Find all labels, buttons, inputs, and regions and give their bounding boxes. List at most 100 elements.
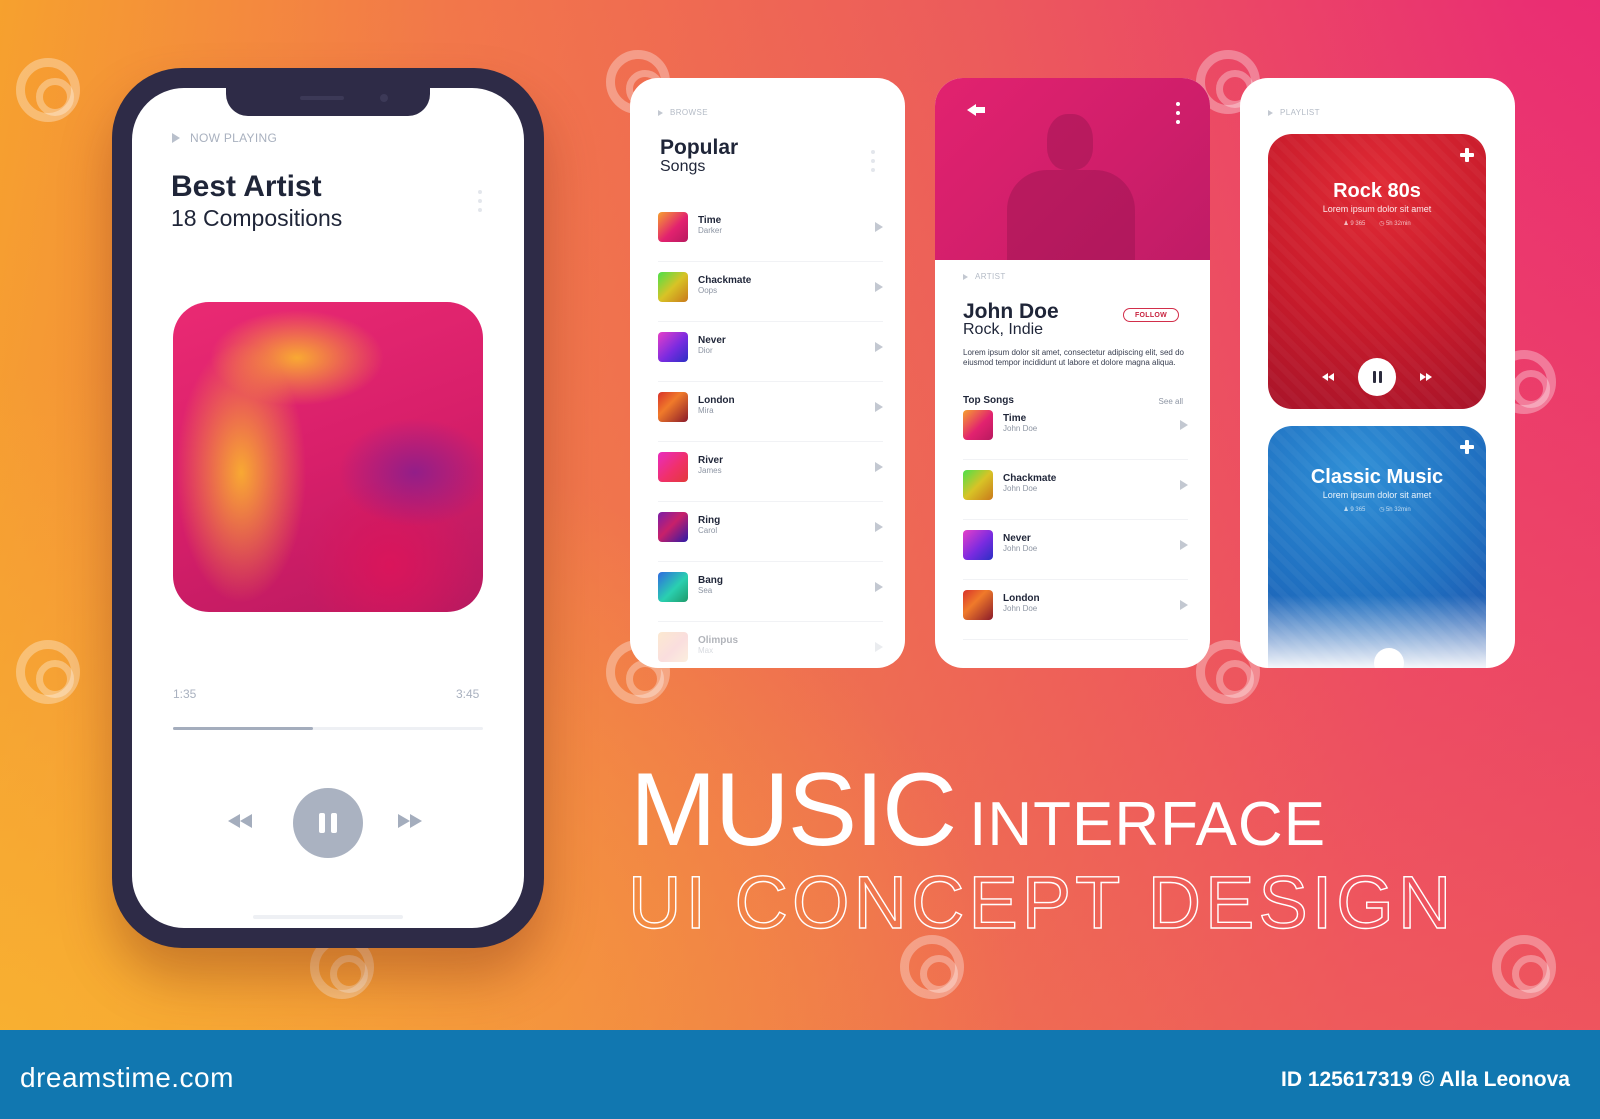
listeners-value: 9 365 <box>1350 507 1366 513</box>
more-vertical-icon[interactable] <box>1176 102 1180 124</box>
artist-silhouette-body <box>1007 170 1135 260</box>
follow-button[interactable]: FOLLOW <box>1123 308 1179 322</box>
song-thumbnail <box>963 590 993 620</box>
playlist-title: Classic Music <box>1310 466 1444 488</box>
more-vertical-icon[interactable] <box>478 190 482 212</box>
artist-label-text: ARTIST <box>975 272 1006 281</box>
play-icon[interactable] <box>875 462 883 472</box>
rewind-icon <box>228 814 252 828</box>
play-icon[interactable] <box>875 222 883 232</box>
browse-subtitle: Songs <box>660 158 706 175</box>
pause-button[interactable] <box>293 788 363 858</box>
length-value: 5h 32min <box>1385 507 1411 513</box>
playlist-tile[interactable]: Classic Music Lorem ipsum dolor sit amet… <box>1268 426 1486 668</box>
song-row[interactable]: River James <box>658 442 883 502</box>
song-title: Time <box>698 215 722 226</box>
song-artist: Mira <box>698 406 714 415</box>
song-title: Ring <box>698 515 721 526</box>
song-row[interactable]: London John Doe <box>963 580 1188 640</box>
camera-icon <box>380 94 388 102</box>
play-icon[interactable] <box>1180 540 1188 550</box>
fast-forward-button[interactable] <box>398 814 422 828</box>
song-title: Never <box>1003 533 1031 544</box>
now-playing-label: NOW PLAYING <box>172 131 277 145</box>
rewind-icon[interactable] <box>1322 373 1334 381</box>
song-artist: Sea <box>698 586 713 595</box>
play-icon[interactable] <box>1180 420 1188 430</box>
play-small-icon <box>172 133 180 143</box>
pause-button[interactable] <box>1358 358 1396 396</box>
playlist-screen: PLAYLIST Rock 80s Lorem ipsum dolor sit … <box>1240 78 1515 668</box>
listeners-value: 9 365 <box>1350 221 1366 227</box>
song-title: Chackmate <box>698 275 752 286</box>
play-icon[interactable] <box>875 342 883 352</box>
song-thumbnail <box>658 392 688 422</box>
more-vertical-icon[interactable] <box>871 150 875 172</box>
play-icon[interactable] <box>1180 600 1188 610</box>
playlist-length: ◷ 5h 32min <box>1379 507 1411 513</box>
song-row[interactable]: Olimpus Max <box>658 622 883 668</box>
play-icon[interactable] <box>875 282 883 292</box>
add-icon[interactable] <box>1460 440 1474 454</box>
song-row[interactable]: Never Dior <box>658 322 883 382</box>
song-artist: Carol <box>698 526 718 535</box>
song-row[interactable]: London Mira <box>658 382 883 442</box>
playlist-length: ◷ 5h 32min <box>1379 221 1411 227</box>
fast-forward-icon[interactable] <box>1420 373 1432 381</box>
song-title: River <box>698 455 724 466</box>
watermark-spiral-icon <box>16 640 80 704</box>
song-thumbnail <box>658 332 688 362</box>
pause-icon-bar <box>331 813 337 833</box>
progress-slider[interactable] <box>173 727 483 730</box>
song-title: Bang <box>698 575 723 586</box>
elapsed-time: 1:35 <box>173 687 197 701</box>
song-row[interactable]: Time Darker <box>658 202 883 262</box>
song-thumbnail <box>658 572 688 602</box>
song-artist: John Doe <box>1003 484 1038 493</box>
now-playing-title: Best Artist <box>171 170 322 203</box>
artist-bio: Lorem ipsum dolor sit amet, consectetur … <box>963 348 1184 367</box>
song-thumbnail <box>658 212 688 242</box>
play-small-icon <box>963 273 968 280</box>
song-thumbnail <box>658 452 688 482</box>
song-title: Time <box>1003 413 1027 424</box>
hero-music: MUSIC <box>630 752 957 868</box>
song-row[interactable]: Bang Sea <box>658 562 883 622</box>
artist-genre: Rock, Indie <box>963 321 1044 338</box>
back-arrow-icon[interactable] <box>967 104 987 116</box>
hero-heading: MUSIC INTERFACE <box>630 758 1326 862</box>
song-row[interactable]: Time John Doe <box>963 400 1188 460</box>
hero-interface: INTERFACE <box>969 790 1327 859</box>
play-small-icon <box>1268 109 1273 116</box>
play-icon[interactable] <box>875 522 883 532</box>
song-title: London <box>698 395 735 406</box>
play-icon[interactable] <box>875 402 883 412</box>
song-artist: Dior <box>698 346 713 355</box>
pause-icon <box>319 813 325 833</box>
play-icon[interactable] <box>1180 480 1188 490</box>
song-row[interactable]: Chackmate Oops <box>658 262 883 322</box>
footer-credit: ID 125617319 © Alla Leonova <box>1280 1068 1570 1091</box>
watermark-spiral-icon <box>16 58 80 122</box>
play-icon[interactable] <box>875 582 883 592</box>
fast-forward-icon <box>398 814 422 828</box>
playlist-subtitle: Lorem ipsum dolor sit amet <box>1322 204 1432 214</box>
browse-label-text: BROWSE <box>670 108 708 117</box>
browse-screen: BROWSE Popular Songs Time Darker Chackmate… <box>630 78 905 668</box>
play-icon[interactable] <box>875 642 883 652</box>
song-artist: Max <box>698 646 714 655</box>
playlist-tile[interactable]: Rock 80s Lorem ipsum dolor sit amet ♟ 9 … <box>1268 134 1486 409</box>
song-row[interactable]: Never John Doe <box>963 520 1188 580</box>
speaker <box>300 96 344 100</box>
footer-logo[interactable]: dreamstime.com <box>20 1062 234 1094</box>
playlist-label-text: PLAYLIST <box>1280 108 1320 117</box>
playlist-meta: ♟ 9 365 ◷ 5h 32min <box>1268 220 1486 227</box>
song-row[interactable]: Chackmate John Doe <box>963 460 1188 520</box>
song-title: Never <box>698 335 726 346</box>
add-icon[interactable] <box>1460 148 1474 162</box>
artist-hero-image <box>935 78 1210 260</box>
song-row[interactable]: Ring Carol <box>658 502 883 562</box>
rewind-button[interactable] <box>228 814 252 828</box>
song-thumbnail <box>658 632 688 662</box>
playlist-title: Rock 80s <box>1333 180 1421 202</box>
